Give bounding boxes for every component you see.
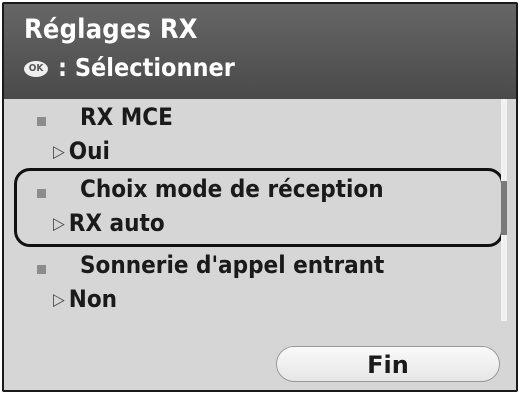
scrollbar-thumb[interactable]: [501, 181, 507, 235]
triangle-right-icon: ▷: [53, 290, 65, 310]
header: Réglages RX OK : Sélectionner: [4, 4, 516, 99]
selection-frame: [14, 168, 504, 247]
select-hint: : Sélectionner: [58, 53, 235, 82]
bullet-icon: [37, 265, 46, 274]
page-title: Réglages RX: [24, 14, 198, 45]
triangle-right-icon: ▷: [53, 142, 65, 162]
settings-list: RX MCE ▷ Oui Choix mode de réception ▷ RX …: [4, 99, 516, 331]
fin-button[interactable]: Fin: [276, 346, 500, 382]
list-item-value: ▷ Non: [53, 285, 117, 313]
list-item-value-text: Oui: [68, 137, 110, 165]
list-item-label: RX MCE: [80, 103, 173, 131]
list-item-label: Sonnerie d'appel entrant: [80, 251, 385, 279]
list-item-value-text: Non: [68, 285, 118, 313]
list-item-rx-mce[interactable]: RX MCE ▷ Oui: [4, 99, 499, 167]
bullet-icon: [37, 117, 46, 126]
list-item-sonnerie-appel-entrant[interactable]: Sonnerie d'appel entrant ▷ Non: [4, 247, 499, 315]
ok-key-icon: OK: [24, 61, 48, 77]
display-screen: Réglages RX OK : Sélectionner RX MCE ▷ Ou…: [2, 2, 518, 392]
list-item-value: ▷ Oui: [53, 137, 110, 165]
scrollbar[interactable]: [501, 99, 507, 321]
